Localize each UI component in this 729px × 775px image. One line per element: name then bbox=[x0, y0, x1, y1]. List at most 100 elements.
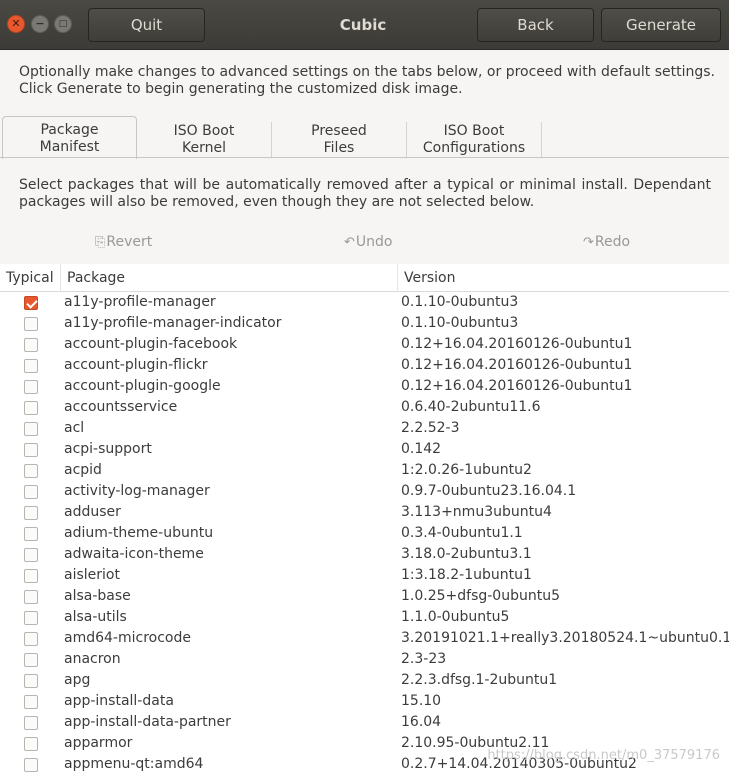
package-name: app-install-data-partner bbox=[64, 714, 231, 730]
column-header-version[interactable]: Version bbox=[398, 264, 729, 292]
table-row[interactable]: amd64-microcode 3.20191021.1+really3.2018… bbox=[0, 628, 729, 649]
edit-toolbar: ⎘Revert ↶Undo ↷Redo bbox=[0, 230, 729, 258]
table-row[interactable]: apg 2.2.3.dfsg.1-2ubuntu1 bbox=[0, 670, 729, 691]
typical-checkbox[interactable] bbox=[24, 317, 38, 331]
package-name: appmenu-qt:amd64 bbox=[64, 756, 204, 772]
typical-checkbox[interactable] bbox=[24, 380, 38, 394]
table-row[interactable]: anacron 2.3-23 bbox=[0, 649, 729, 670]
package-name: adduser bbox=[64, 504, 121, 520]
typical-checkbox[interactable] bbox=[24, 758, 38, 772]
package-table[interactable]: Typical Package Version a11y-profile-man… bbox=[0, 264, 729, 775]
typical-checkbox[interactable] bbox=[24, 485, 38, 499]
table-body: a11y-profile-manager 0.1.10-0ubuntu3 a11y-… bbox=[0, 292, 729, 775]
tab-label-line2: Kernel bbox=[182, 140, 226, 156]
tabs-divider bbox=[0, 157, 729, 158]
table-header: Typical Package Version bbox=[0, 264, 729, 292]
package-name: adium-theme-ubuntu bbox=[64, 525, 214, 541]
table-row[interactable]: app-install-data-partner 16.04 bbox=[0, 712, 729, 733]
window-minimize-button[interactable]: − bbox=[31, 15, 49, 33]
package-name: anacron bbox=[64, 651, 121, 667]
package-name: app-install-data bbox=[64, 693, 174, 709]
table-row[interactable]: alsa-utils 1.1.0-0ubuntu5 bbox=[0, 607, 729, 628]
typical-checkbox[interactable] bbox=[24, 716, 38, 730]
revert-icon: ⎘ bbox=[95, 235, 106, 250]
intro-line-1: Optionally make changes to advanced sett… bbox=[19, 64, 716, 80]
tab-iso-boot-kernel[interactable]: ISO Boot Kernel bbox=[137, 122, 272, 158]
package-name: apg bbox=[64, 672, 91, 688]
package-version: 2.3-23 bbox=[401, 651, 447, 667]
typical-checkbox[interactable] bbox=[24, 653, 38, 667]
typical-checkbox[interactable] bbox=[24, 359, 38, 373]
generate-button[interactable]: Generate bbox=[601, 8, 721, 42]
typical-checkbox[interactable] bbox=[24, 590, 38, 604]
tab-preseed-files[interactable]: Preseed Files bbox=[272, 122, 407, 158]
typical-checkbox[interactable] bbox=[24, 695, 38, 709]
table-row[interactable]: acpi-support 0.142 bbox=[0, 439, 729, 460]
column-header-package[interactable]: Package bbox=[61, 264, 398, 292]
undo-icon: ↶ bbox=[344, 235, 355, 250]
typical-checkbox[interactable] bbox=[24, 443, 38, 457]
package-version: 2.2.52-3 bbox=[401, 420, 460, 436]
table-row[interactable]: app-install-data 15.10 bbox=[0, 691, 729, 712]
undo-button[interactable]: ↶Undo bbox=[344, 234, 392, 250]
table-row[interactable]: a11y-profile-manager 0.1.10-0ubuntu3 bbox=[0, 292, 729, 313]
window-close-button[interactable]: ✕ bbox=[7, 15, 25, 33]
package-name: alsa-utils bbox=[64, 609, 127, 625]
table-row[interactable]: a11y-profile-manager-indicator 0.1.10-0ub… bbox=[0, 313, 729, 334]
back-button[interactable]: Back bbox=[477, 8, 594, 42]
table-row[interactable]: adium-theme-ubuntu 0.3.4-0ubuntu1.1 bbox=[0, 523, 729, 544]
redo-icon: ↷ bbox=[583, 235, 594, 250]
typical-checkbox[interactable] bbox=[24, 674, 38, 688]
table-row[interactable]: activity-log-manager 0.9.7-0ubuntu23.16.0… bbox=[0, 481, 729, 502]
typical-checkbox[interactable] bbox=[24, 464, 38, 478]
table-row[interactable]: acl 2.2.52-3 bbox=[0, 418, 729, 439]
column-header-typical[interactable]: Typical bbox=[0, 264, 61, 292]
table-row[interactable]: aisleriot 1:3.18.2-1ubuntu1 bbox=[0, 565, 729, 586]
typical-checkbox[interactable] bbox=[24, 401, 38, 415]
package-name: a11y-profile-manager-indicator bbox=[64, 315, 282, 331]
typical-checkbox[interactable] bbox=[24, 611, 38, 625]
package-version: 1:3.18.2-1ubuntu1 bbox=[401, 567, 532, 583]
package-version: 0.12+16.04.20160126-0ubuntu1 bbox=[401, 336, 633, 352]
table-row[interactable]: accountsservice 0.6.40-2ubuntu11.6 bbox=[0, 397, 729, 418]
typical-checkbox[interactable] bbox=[24, 548, 38, 562]
package-name: account-plugin-flickr bbox=[64, 357, 208, 373]
package-name: aisleriot bbox=[64, 567, 120, 583]
table-row[interactable]: account-plugin-facebook 0.12+16.04.201601… bbox=[0, 334, 729, 355]
package-name: acpid bbox=[64, 462, 102, 478]
package-version: 1.0.25+dfsg-0ubuntu5 bbox=[401, 588, 560, 604]
redo-label: Redo bbox=[594, 234, 631, 250]
tab-label-line2: Manifest bbox=[39, 139, 100, 155]
typical-checkbox[interactable] bbox=[24, 632, 38, 646]
typical-checkbox[interactable] bbox=[24, 422, 38, 436]
table-row[interactable]: account-plugin-flickr 0.12+16.04.20160126… bbox=[0, 355, 729, 376]
watermark: https://blog.csdn.net/m0_37579176 bbox=[487, 748, 720, 763]
table-row[interactable]: account-plugin-google 0.12+16.04.20160126… bbox=[0, 376, 729, 397]
tab-iso-boot-configurations[interactable]: ISO Boot Configurations bbox=[407, 122, 542, 158]
table-row[interactable]: adwaita-icon-theme 3.18.0-2ubuntu3.1 bbox=[0, 544, 729, 565]
table-row[interactable]: alsa-base 1.0.25+dfsg-0ubuntu5 bbox=[0, 586, 729, 607]
redo-button[interactable]: ↷Redo bbox=[583, 234, 630, 250]
minimize-icon: − bbox=[35, 17, 45, 30]
package-version: 0.6.40-2ubuntu11.6 bbox=[401, 399, 541, 415]
package-name: alsa-base bbox=[64, 588, 131, 604]
package-description: Select packages that will be automatical… bbox=[19, 177, 711, 210]
package-name: acpi-support bbox=[64, 441, 152, 457]
quit-button[interactable]: Quit bbox=[88, 8, 205, 42]
package-version: 0.1.10-0ubuntu3 bbox=[401, 315, 519, 331]
typical-checkbox[interactable] bbox=[24, 527, 38, 541]
package-name: accountsservice bbox=[64, 399, 178, 415]
typical-checkbox[interactable] bbox=[24, 569, 38, 583]
typical-checkbox[interactable] bbox=[24, 296, 38, 310]
table-row[interactable]: acpid 1:2.0.26-1ubuntu2 bbox=[0, 460, 729, 481]
table-row[interactable]: adduser 3.113+nmu3ubuntu4 bbox=[0, 502, 729, 523]
tab-label-line1: ISO Boot bbox=[173, 123, 235, 139]
typical-checkbox[interactable] bbox=[24, 737, 38, 751]
typical-checkbox[interactable] bbox=[24, 338, 38, 352]
tab-bar: Package Manifest ISO Boot Kernel Preseed… bbox=[0, 116, 729, 159]
revert-button[interactable]: ⎘Revert bbox=[95, 234, 152, 250]
window-maximize-button[interactable]: □ bbox=[54, 15, 72, 33]
package-version: 1:2.0.26-1ubuntu2 bbox=[401, 462, 532, 478]
tab-package-manifest[interactable]: Package Manifest bbox=[2, 116, 137, 159]
typical-checkbox[interactable] bbox=[24, 506, 38, 520]
